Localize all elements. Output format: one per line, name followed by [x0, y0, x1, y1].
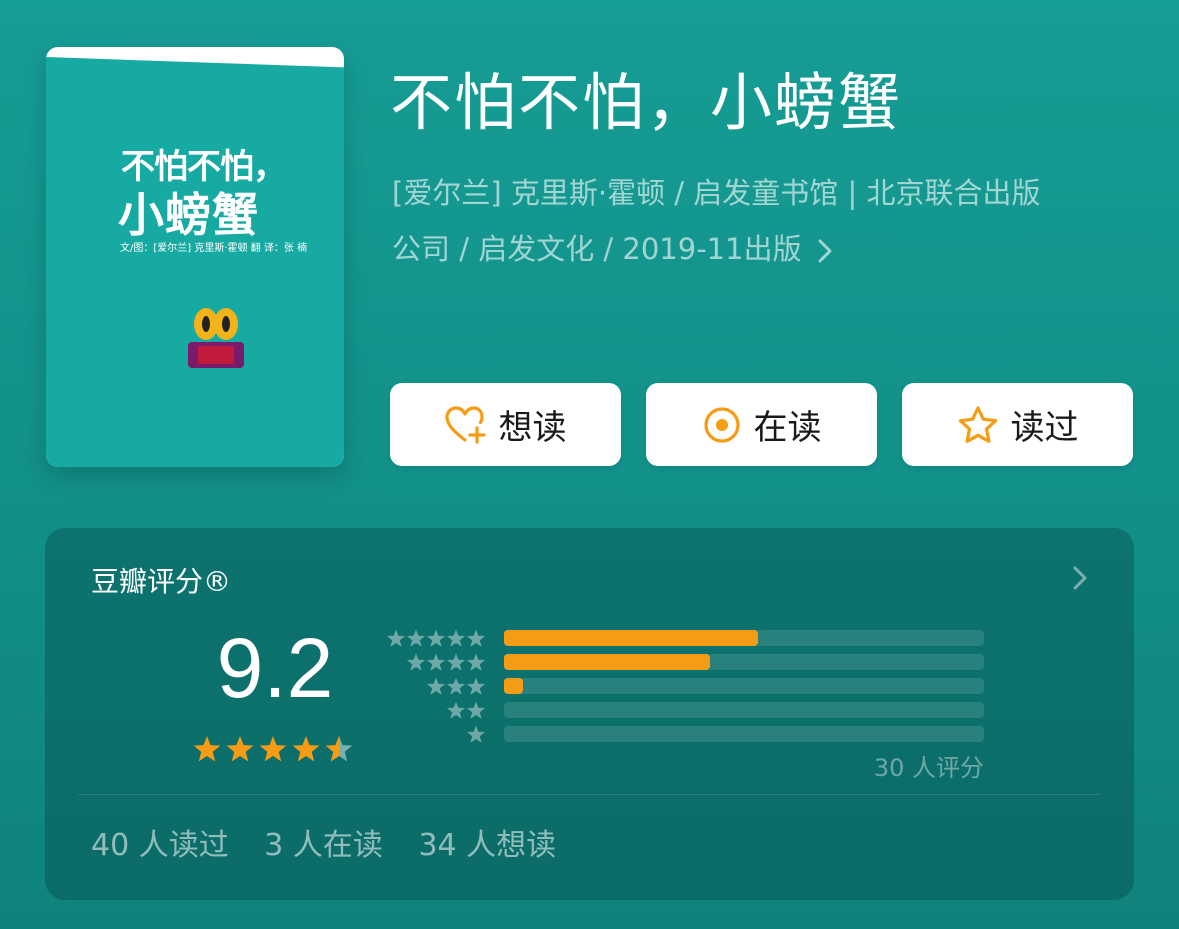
chevron-right-icon — [818, 239, 832, 263]
reading-count[interactable]: 3 人在读 — [264, 828, 383, 863]
book-meta[interactable]: [爱尔兰] 克里斯·霍顿 / 启发童书馆 | 北京联合出版 公司 / 启发文化 … — [392, 165, 1137, 277]
distribution-row-2-star — [381, 700, 991, 720]
rating-star — [292, 736, 320, 762]
rating-label: 豆瓣评分® — [91, 565, 232, 598]
want-count[interactable]: 34 人想读 — [418, 828, 556, 863]
rating-star — [226, 736, 254, 762]
rating-score: 9.2 — [216, 621, 334, 715]
chevron-right-icon[interactable] — [1071, 564, 1089, 592]
distribution-stars-icon — [466, 725, 486, 743]
distribution-row-3-star — [381, 676, 991, 696]
distribution-stars-icon — [406, 653, 486, 671]
distribution-bar-fill — [504, 630, 759, 646]
distribution-bar-fill — [504, 678, 524, 694]
divider — [78, 794, 1101, 795]
book-title: 不怕不怕，小螃蟹 — [390, 66, 903, 139]
distribution-bar-track — [504, 702, 984, 718]
have-read-label: 读过 — [1010, 408, 1079, 448]
book-cover[interactable]: 不怕不怕， 小螃蟹 文/图：[爱尔兰] 克里斯·霍顿 翻 译：张 楠 — [46, 47, 344, 467]
cover-content: 不怕不怕， 小螃蟹 文/图：[爱尔兰] 克里斯·霍顿 翻 译：张 楠 — [46, 47, 344, 467]
cover-title-line2: 小螃蟹 — [118, 188, 259, 242]
distribution-star — [466, 653, 486, 671]
reading-button[interactable]: 在读 — [646, 383, 877, 466]
distribution-bar-track — [504, 678, 984, 694]
rating-count: 30 人评分 — [873, 754, 984, 782]
heart-plus-icon — [444, 405, 486, 444]
distribution-bar-track — [504, 630, 984, 646]
target-circle-icon — [703, 406, 740, 443]
distribution-star — [466, 701, 486, 719]
distribution-stars-icon — [446, 701, 486, 719]
distribution-star — [406, 653, 426, 671]
distribution-star — [466, 629, 486, 647]
book-meta-line2: 公司 / 启发文化 / 2019-11出版 — [392, 232, 802, 266]
distribution-bar-track — [504, 654, 984, 670]
rating-star — [193, 736, 221, 762]
distribution-star — [446, 701, 466, 719]
distribution-star — [426, 629, 446, 647]
book-meta-line2-wrap: 公司 / 启发文化 / 2019-11出版 — [392, 221, 1137, 277]
distribution-bar-track — [504, 726, 984, 742]
rating-card[interactable]: 豆瓣评分® 9.2 30 人评分 40 人读过 3 人在读 34 人想读 — [45, 528, 1134, 900]
distribution-stars-icon — [426, 677, 486, 695]
reader-stats: 40 人读过 3 人在读 34 人想读 — [91, 820, 582, 864]
want-to-read-label: 想读 — [498, 408, 567, 448]
distribution-row-5-star — [381, 628, 991, 648]
distribution-stars-icon — [386, 629, 486, 647]
distribution-star — [446, 677, 466, 695]
distribution-row-1-star — [381, 724, 991, 744]
crab-illustration — [188, 308, 244, 368]
distribution-row-4-star — [381, 652, 991, 672]
have-read-button[interactable]: 读过 — [902, 383, 1133, 466]
distribution-star — [446, 629, 466, 647]
distribution-star — [426, 653, 446, 671]
distribution-star — [466, 677, 486, 695]
distribution-star — [466, 725, 486, 743]
distribution-star — [406, 629, 426, 647]
distribution-star — [426, 677, 446, 695]
book-meta-line1: [爱尔兰] 克里斯·霍顿 / 启发童书馆 | 北京联合出版 — [392, 176, 1041, 210]
score-stars — [193, 736, 353, 762]
distribution-bar-fill — [504, 654, 711, 670]
rating-star — [259, 736, 287, 762]
distribution-star — [386, 629, 406, 647]
want-to-read-button[interactable]: 想读 — [390, 383, 621, 466]
read-count[interactable]: 40 人读过 — [91, 828, 229, 863]
cover-credit: 文/图：[爱尔兰] 克里斯·霍顿 翻 译：张 楠 — [120, 243, 308, 254]
distribution-star — [446, 653, 466, 671]
reading-label: 在读 — [753, 408, 822, 448]
star-outline-icon — [958, 405, 997, 443]
